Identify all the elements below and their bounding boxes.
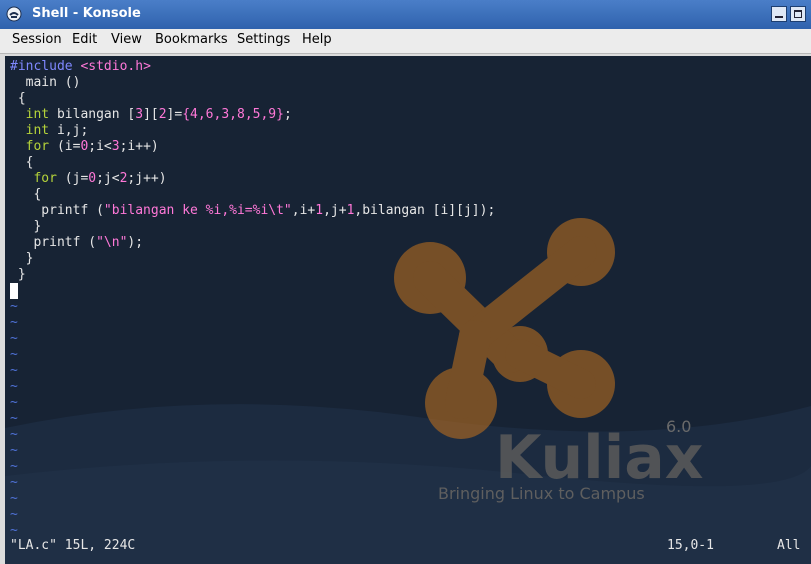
text-cursor <box>10 283 18 299</box>
empty-line-tilde: ~ <box>10 363 18 378</box>
empty-line-tilde: ~ <box>10 379 18 394</box>
code-token: ,j+ <box>323 203 347 218</box>
menu-bar: Session Edit View Bookmarks Settings Hel… <box>0 29 811 54</box>
code-token: {4,6,3,8,5,9} <box>182 107 284 122</box>
code-token: ,bilangan [i][j]); <box>354 203 496 218</box>
code-token: ][ <box>143 107 159 122</box>
status-cursor-position: 15,0-1 <box>667 538 714 553</box>
code-token: ]= <box>166 107 183 122</box>
code-line: #include <stdio.h> <box>10 59 151 75</box>
code-token: for <box>25 139 50 154</box>
code-line: int i,j; <box>10 123 89 139</box>
code-token: (i= <box>49 139 81 154</box>
empty-line-tilde: ~ <box>10 395 18 410</box>
code-token: 3 <box>135 107 144 122</box>
menu-settings[interactable]: Settings <box>237 32 290 47</box>
empty-line-tilde: ~ <box>10 331 18 346</box>
empty-line-tilde: ~ <box>10 411 18 426</box>
code-token: bilangan [ <box>49 107 136 122</box>
code-token: ;i++) <box>119 139 159 154</box>
code-token: { <box>10 155 34 170</box>
code-line: } <box>10 267 26 283</box>
code-token: ;j++) <box>127 171 167 186</box>
status-file-info: "LA.c" 15L, 224C <box>10 538 136 553</box>
terminal-area[interactable]: Kuliax 6.0 Bringing Linux to Campus #inc… <box>5 56 811 564</box>
minimize-icon[interactable] <box>771 6 787 22</box>
konsole-window: Shell - Konsole Session Edit View Bookma… <box>0 0 811 564</box>
code-line: { <box>10 91 26 107</box>
code-token: 1 <box>315 203 324 218</box>
code-token: ;j< <box>96 171 120 186</box>
code-token: for <box>33 171 57 186</box>
empty-line-tilde: ~ <box>10 507 18 522</box>
code-line: { <box>10 187 41 203</box>
brand-version: 6.0 <box>666 417 691 436</box>
code-token: printf ( <box>10 235 97 250</box>
menu-view[interactable]: View <box>111 32 142 47</box>
title-bar[interactable]: Shell - Konsole <box>0 0 811 29</box>
code-token: ;i< <box>88 139 112 154</box>
code-token: i,j; <box>49 123 89 138</box>
code-token: { <box>10 91 26 106</box>
empty-line-tilde: ~ <box>10 427 18 442</box>
code-token: 0 <box>88 171 97 186</box>
code-token: int <box>25 107 50 122</box>
kuliax-logo: Kuliax 6.0 Bringing Linux to Campus <box>394 218 703 503</box>
code-token: int <box>25 123 50 138</box>
empty-line-tilde: ~ <box>10 491 18 506</box>
status-scroll: All <box>777 538 801 553</box>
code-token: "bilangan ke %i,%i=%i\t" <box>103 203 292 218</box>
code-token: { <box>10 187 42 202</box>
empty-line-tilde: ~ <box>10 347 18 362</box>
code-line: for (j=0;j<2;j++) <box>10 171 167 187</box>
empty-line-tilde: ~ <box>10 443 18 458</box>
code-token: main () <box>10 75 81 90</box>
menu-bookmarks[interactable]: Bookmarks <box>155 32 228 47</box>
empty-line-tilde: ~ <box>10 475 18 490</box>
code-token: 3 <box>111 139 120 154</box>
code-token: #include <box>10 59 81 74</box>
code-token: 2 <box>158 107 167 122</box>
code-token: } <box>10 251 34 266</box>
empty-line-tilde: ~ <box>10 299 18 314</box>
code-line: } <box>10 251 34 267</box>
code-token: } <box>10 219 42 234</box>
vim-status-line: "LA.c" 15L, 224C 15,0-1 All <box>5 536 811 556</box>
code-line: int bilangan [3][2]={4,6,3,8,5,9}; <box>10 107 292 123</box>
code-token: ; <box>283 107 292 122</box>
code-line: main () <box>10 75 81 91</box>
menu-help[interactable]: Help <box>302 32 332 47</box>
code-token: printf ( <box>10 203 104 218</box>
terminal-app-icon[interactable] <box>6 6 22 22</box>
empty-line-tilde: ~ <box>10 459 18 474</box>
code-token: "\n" <box>96 235 128 250</box>
code-token: <stdio.h> <box>80 59 151 74</box>
menu-session[interactable]: Session <box>12 32 62 47</box>
code-line: for (i=0;i<3;i++) <box>10 139 159 155</box>
menu-edit[interactable]: Edit <box>72 32 97 47</box>
code-token: (j= <box>56 171 89 186</box>
empty-line-tilde: ~ <box>10 315 18 330</box>
code-line: printf ("\n"); <box>10 235 143 251</box>
code-line: } <box>10 219 41 235</box>
maximize-icon[interactable] <box>790 6 806 22</box>
code-line: { <box>10 155 34 171</box>
brand-tagline: Bringing Linux to Campus <box>438 484 645 503</box>
code-token: ); <box>127 235 144 250</box>
code-token: } <box>10 267 26 282</box>
window-title: Shell - Konsole <box>32 6 141 21</box>
code-token: ,i+ <box>291 203 316 218</box>
code-line: printf ("bilangan ke %i,%i=%i\t",i+1,j+1… <box>10 203 495 219</box>
